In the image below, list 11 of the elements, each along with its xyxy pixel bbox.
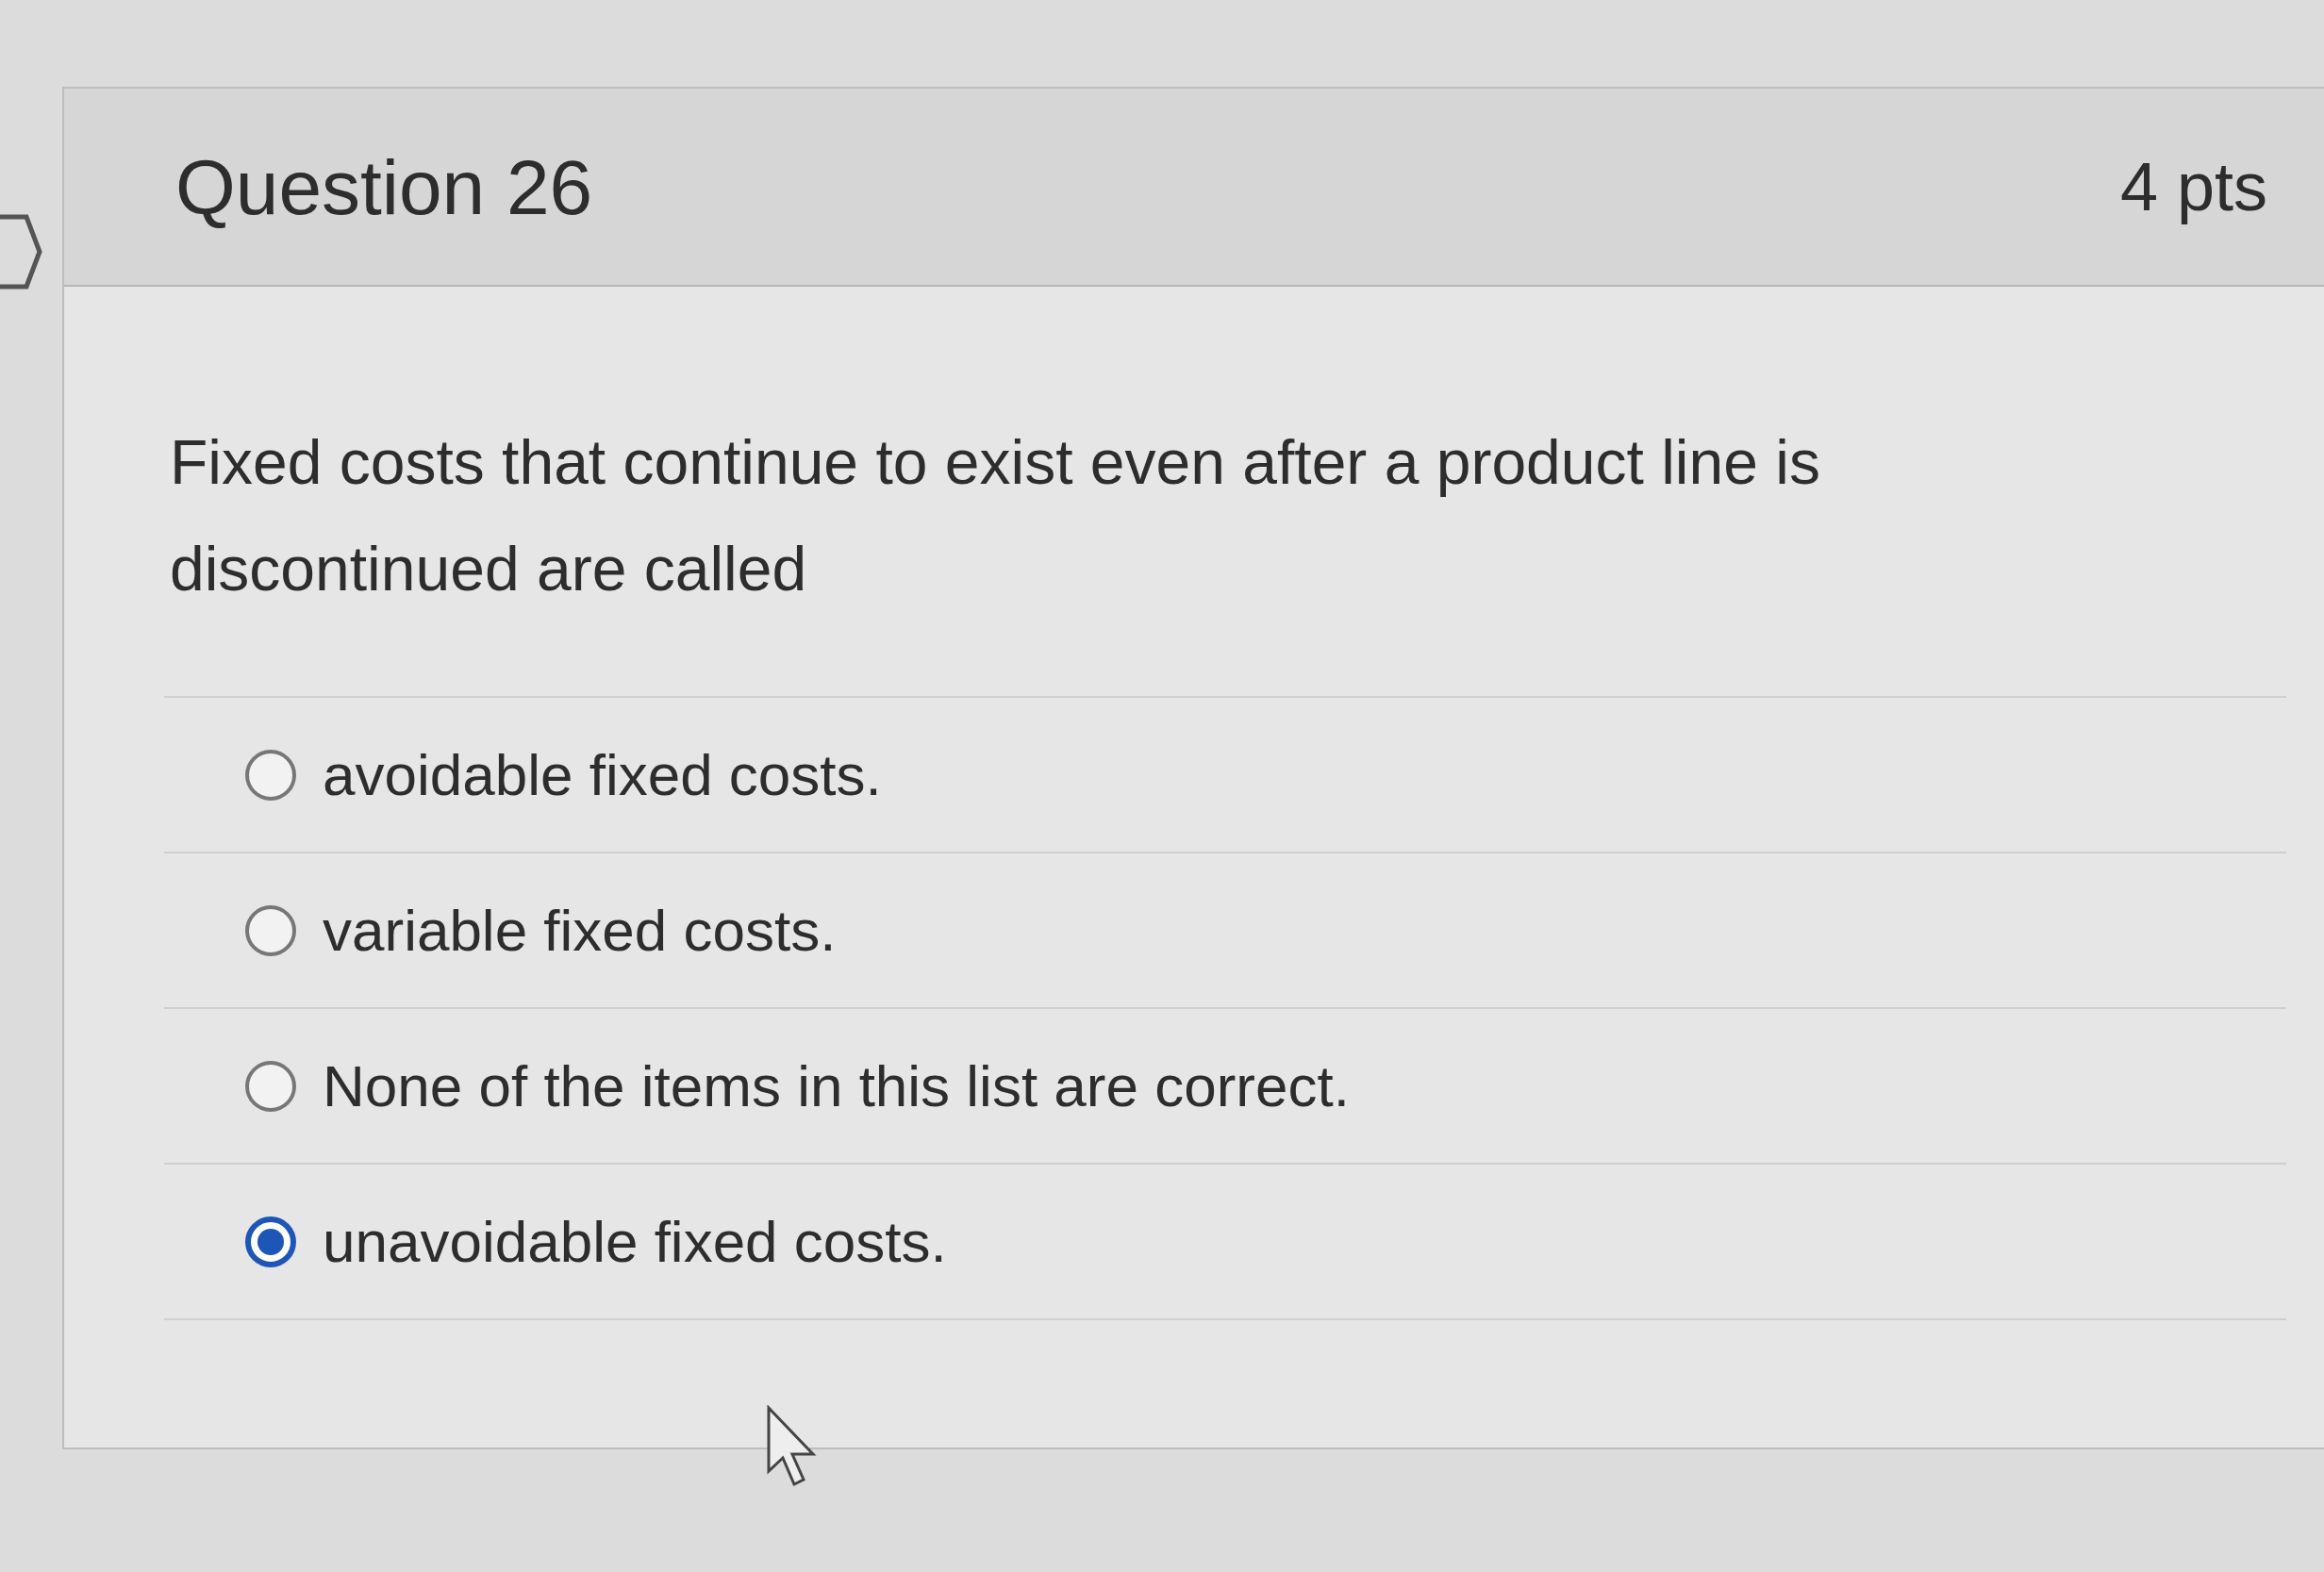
question-title: Question 26 [175,142,593,232]
radio-button[interactable] [245,749,296,801]
radio-button[interactable] [245,1060,296,1112]
answer-label[interactable]: unavoidable fixed costs. [323,1198,947,1285]
answer-label[interactable]: None of the items in this list are correct. [323,1042,1350,1130]
radio-button[interactable] [245,904,296,956]
answer-label[interactable]: avoidable fixed costs. [323,731,882,819]
question-text: Fixed costs that continue to exist even after a product line is discontinued are called [170,426,1821,605]
points-label: 4 pts [2119,148,2267,226]
answer-label[interactable]: variable fixed costs. [323,886,837,974]
radio-button[interactable] [245,1216,296,1267]
